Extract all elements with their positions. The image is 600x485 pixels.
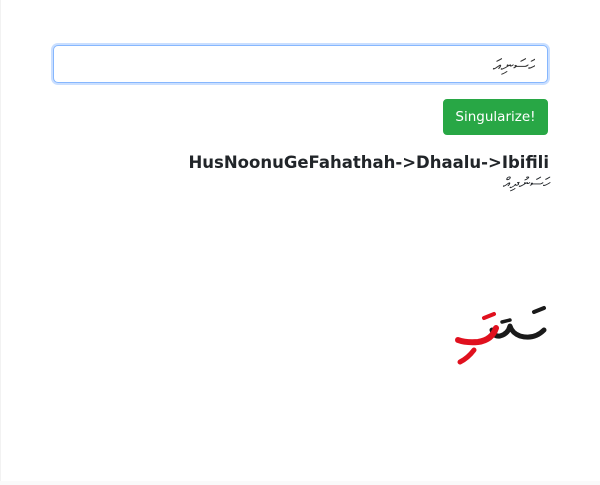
app-root: Singularize! HusNoonuGeFahathah->Dhaalu-… [0,0,600,485]
result-word: ހަސަނުދިއް [502,174,550,192]
analysis-path: HusNoonuGeFahathah->Dhaalu->Ibifili [188,153,549,172]
word-input[interactable] [53,45,548,83]
red-stroke-tail [457,347,477,365]
black-stroke-main [489,323,547,340]
handwriting-illustration [455,306,547,365]
result-panel: HusNoonuGeFahathah->Dhaalu->Ibifili ހަސަ… [188,152,549,192]
red-dash-top [482,312,496,320]
black-dash-top [532,306,546,314]
singularize-button[interactable]: Singularize! [443,99,548,135]
red-stroke-group [455,312,499,365]
black-stroke-group [489,306,547,340]
black-dash-left [500,318,512,324]
